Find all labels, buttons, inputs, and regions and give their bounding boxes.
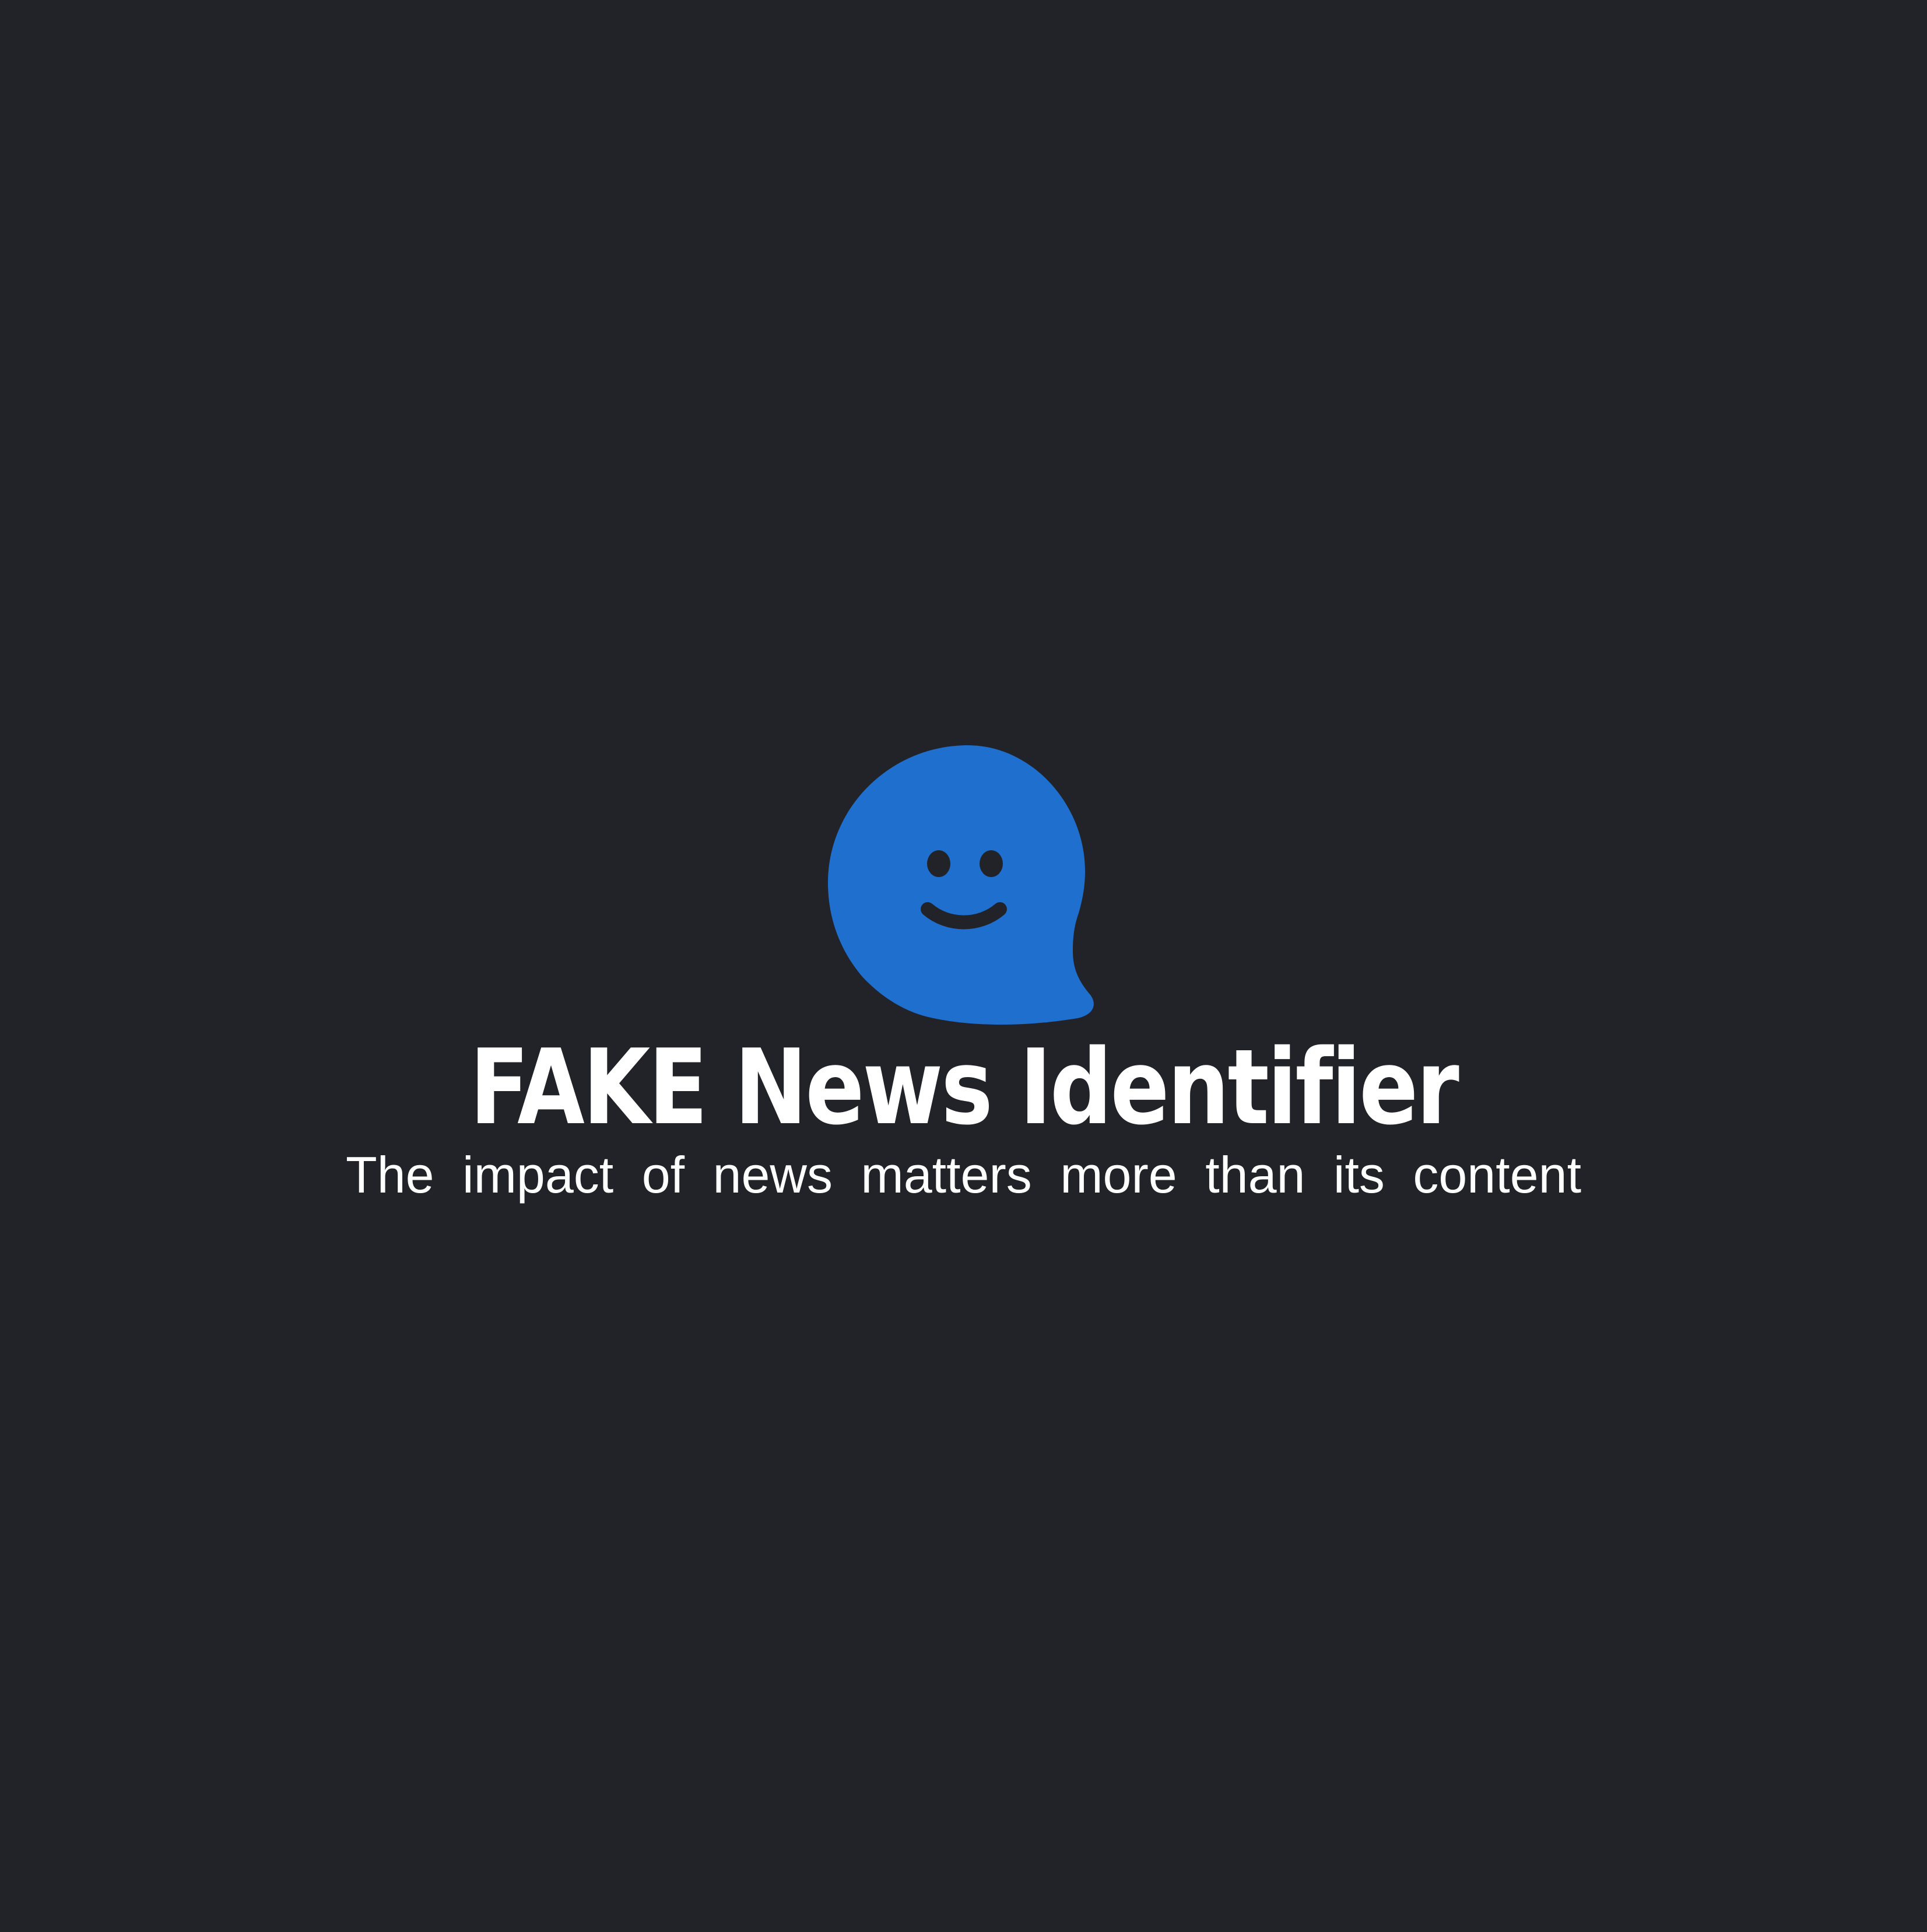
smiling-speech-bubble-icon xyxy=(827,744,1101,1025)
left-eye xyxy=(927,850,950,877)
speech-bubble-shape xyxy=(828,745,1094,1025)
app-tagline: The impact of news matters more than its… xyxy=(345,1146,1582,1204)
splash-screen: FAKE News Identifier The impact of news … xyxy=(0,0,1927,1932)
right-eye xyxy=(980,850,1003,877)
app-title: FAKE News Identifier xyxy=(469,1027,1459,1148)
